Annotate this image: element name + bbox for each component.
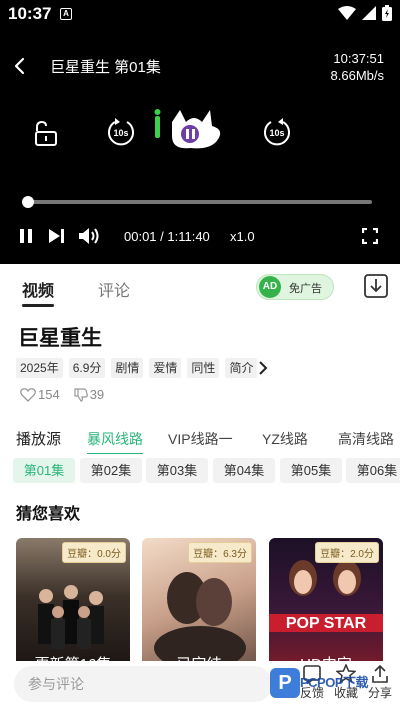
app-logo [150, 108, 230, 156]
seek-bar[interactable] [22, 196, 372, 208]
rewind-10s-button[interactable]: 10s [106, 117, 136, 147]
episode-item[interactable]: 第04集 [213, 458, 275, 483]
episode-item[interactable]: 第05集 [280, 458, 342, 483]
wifi-icon [338, 6, 356, 20]
synopsis-link[interactable]: 简介 [225, 358, 258, 378]
volume-icon[interactable] [78, 226, 100, 246]
pause-icon[interactable] [18, 228, 34, 244]
like-icon[interactable] [20, 387, 36, 402]
back-icon[interactable] [10, 56, 30, 76]
tag-genre: 爱情 [149, 358, 182, 378]
svg-text:POP STAR: POP STAR [286, 615, 367, 632]
rewind-icon: 10s [108, 118, 134, 146]
unlock-icon[interactable] [32, 120, 60, 148]
net-speed: 8.66Mb/s [330, 68, 384, 83]
episode-item[interactable]: 第02集 [80, 458, 142, 483]
status-time: 10:37 [8, 4, 52, 23]
like-count: 154 [38, 387, 60, 402]
battery-icon [382, 5, 392, 21]
ad-badge: AD [259, 276, 281, 298]
video-player[interactable]: 10:37 A 巨星重生 第01集 10:37:51 8.66Mb/s 10s [0, 0, 400, 264]
recommend-title: 猜您喜欢 [16, 506, 81, 523]
forward-10s-button[interactable]: 10s [262, 117, 292, 147]
player-clock: 10:37:51 8.66Mb/s [331, 50, 384, 84]
cat-logo-icon [154, 109, 221, 149]
seek-thumb[interactable] [22, 196, 35, 208]
watermark-logo: P [270, 668, 300, 698]
tag-year: 2025年 [16, 358, 63, 378]
notification-icon: A [60, 8, 72, 20]
tag-rating: 6.9分 [68, 358, 106, 378]
dislike-count: 39 [89, 387, 105, 402]
status-icons [338, 5, 392, 21]
show-title: 巨星重生 [18, 327, 102, 350]
source-tab-yz[interactable]: YZ线路 [262, 429, 308, 449]
source-tab-hd[interactable]: 高清线路 [338, 429, 394, 449]
recommend-card[interactable]: POP STAR 豆瓣：2.0分 HD中字 [269, 538, 383, 663]
forward-icon: 10s [264, 118, 290, 146]
signal-icon [362, 6, 376, 20]
recommend-card[interactable]: 豆瓣：6.3分 已完结 [142, 538, 256, 663]
chevron-right-icon[interactable] [255, 358, 273, 378]
recommend-list: 豆瓣：0.0分 更新第16集 豆瓣：6.3分 已完结 POP STAR 豆瓣：2… [0, 538, 400, 663]
dislike-icon[interactable] [74, 387, 88, 402]
episode-item[interactable]: 第03集 [146, 458, 208, 483]
card-score: 豆瓣：0.0分 [62, 542, 126, 563]
next-episode-icon[interactable] [48, 228, 66, 244]
player-title: 巨星重生 第01集 [50, 59, 161, 76]
episode-list: 第01集 第02集 第03集 第04集 第05集 第06集 [0, 458, 400, 484]
episode-item[interactable]: 第01集 [13, 458, 75, 483]
source-tab-vip1[interactable]: VIP线路一 [168, 429, 233, 449]
speed-button[interactable]: x1.0 [230, 229, 255, 244]
episode-item[interactable]: 第06集 [346, 458, 400, 483]
source-label: 播放源 [16, 431, 62, 448]
share-button[interactable]: 分享 [364, 664, 396, 701]
rewind-label: 10s [113, 128, 128, 138]
source-tabs: 播放源 暴风线路 VIP线路一 YZ线路 高清线路 [0, 424, 400, 454]
tag-list: 2025年 6.9分 剧情 爱情 同性 简介 [16, 358, 258, 378]
card-score: 豆瓣：2.0分 [315, 542, 379, 563]
remove-ads-label: 免广告 [289, 283, 322, 295]
clock-time: 10:37:51 [333, 51, 384, 66]
status-bar: 10:37 A [0, 0, 400, 28]
remove-ads-button[interactable]: AD 免广告 [256, 274, 334, 300]
download-icon[interactable] [362, 272, 390, 300]
content-tabs: 视频 评论 AD 免广告 [0, 264, 400, 310]
playback-time: 00:01 / 1:11:40 [124, 229, 210, 244]
share-label: 分享 [367, 686, 392, 700]
share-icon [372, 664, 388, 683]
tag-genre: 剧情 [111, 358, 144, 378]
tab-comment[interactable]: 评论 [98, 277, 130, 301]
recommend-card[interactable]: 豆瓣：0.0分 更新第16集 [16, 538, 130, 663]
card-score: 豆瓣：6.3分 [188, 542, 252, 563]
tab-video[interactable]: 视频 [22, 277, 55, 307]
forward-label: 10s [269, 128, 284, 138]
reactions: 154 39 [20, 387, 104, 402]
fullscreen-icon[interactable] [362, 228, 378, 244]
comment-input[interactable] [14, 666, 272, 702]
watermark-text: PCPOP下载 [300, 675, 369, 690]
tag-genre: 同性 [187, 358, 220, 378]
source-tab-storm[interactable]: 暴风线路 [87, 429, 143, 454]
